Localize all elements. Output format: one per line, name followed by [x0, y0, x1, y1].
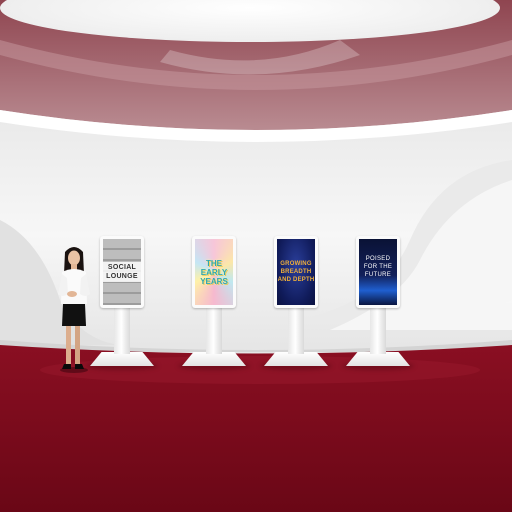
kiosk-the-early-years[interactable]: THE EARLY YEARS — [178, 236, 250, 370]
kiosk-screen-title: POISED FOR THE FUTURE — [363, 256, 393, 278]
avatar-skirt — [62, 304, 86, 326]
kiosk-social-lounge[interactable]: SOCIAL LOUNGE — [86, 236, 158, 370]
kiosk-stand — [114, 308, 130, 354]
kiosk-frame: SOCIAL LOUNGE — [100, 236, 144, 308]
avatar-shoe-left — [62, 364, 71, 369]
kiosk-base — [182, 352, 246, 366]
kiosk-screen[interactable]: SOCIAL LOUNGE — [103, 239, 141, 305]
host-avatar[interactable] — [54, 244, 94, 374]
kiosk-screen[interactable]: GROWING BREADTH AND DEPTH — [277, 239, 315, 305]
kiosk-frame: THE EARLY YEARS — [192, 236, 236, 308]
kiosk-stand — [206, 308, 222, 354]
kiosk-base — [346, 352, 410, 366]
avatar-leg-left — [66, 326, 71, 364]
kiosk-screen[interactable]: THE EARLY YEARS — [195, 239, 233, 305]
virtual-exhibit-hall: SOCIAL LOUNGE THE EARLY YEARS GROWING BR… — [0, 0, 512, 512]
kiosk-stand — [288, 308, 304, 354]
kiosk-screen-title: SOCIAL LOUNGE — [103, 262, 141, 282]
avatar-hands — [67, 291, 77, 297]
avatar-leg-right — [75, 326, 80, 364]
kiosk-poised-for-the-future[interactable]: POISED FOR THE FUTURE — [342, 236, 414, 370]
avatar-shoe-right — [75, 364, 84, 369]
kiosk-frame: POISED FOR THE FUTURE — [356, 236, 400, 308]
kiosk-screen-title: THE EARLY YEARS — [200, 258, 228, 286]
kiosk-screen-title: GROWING BREADTH AND DEPTH — [277, 261, 315, 283]
kiosk-stand — [370, 308, 386, 354]
kiosk-base — [90, 352, 154, 366]
kiosk-growing-breadth-and-depth[interactable]: GROWING BREADTH AND DEPTH — [260, 236, 332, 370]
avatar-face — [68, 250, 80, 266]
kiosk-base — [264, 352, 328, 366]
kiosk-frame: GROWING BREADTH AND DEPTH — [274, 236, 318, 308]
kiosk-screen[interactable]: POISED FOR THE FUTURE — [359, 239, 397, 305]
